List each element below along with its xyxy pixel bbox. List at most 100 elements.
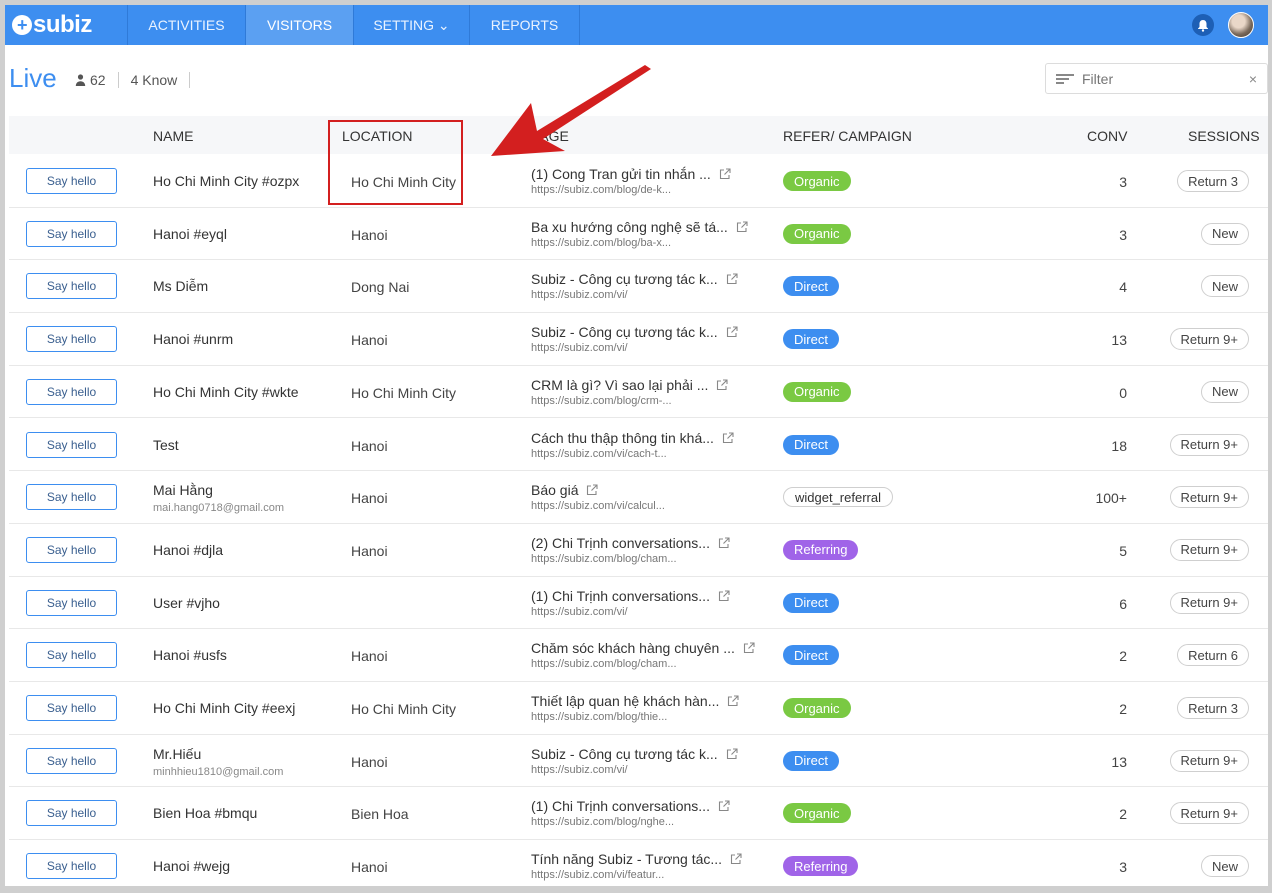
session-badge: Return 9+ [1169, 486, 1249, 509]
table-row[interactable]: Say hello Ho Chi Minh City #eexj Ho Chi Mi… [9, 682, 1268, 735]
visitor-name[interactable]: Hanoi #usfs [153, 647, 227, 663]
location-highlight-box [328, 120, 463, 205]
session-badge: New [1200, 380, 1249, 403]
external-link-icon[interactable] [718, 800, 730, 812]
visitor-location: Hanoi [351, 753, 388, 770]
nav-activities[interactable]: ACTIVITIES [128, 5, 246, 45]
say-hello-button[interactable]: Say hello [26, 220, 117, 247]
say-hello-button[interactable]: Say hello [26, 326, 117, 353]
filter-input[interactable] [1082, 70, 1249, 87]
external-link-icon[interactable] [726, 273, 738, 285]
table-row[interactable]: Say hello Hanoi #wejg Hanoi Tính năng Subiz… [9, 840, 1268, 886]
refer-badge: Direct [783, 329, 839, 350]
column-refer[interactable]: REFER/ CAMPAIGN [783, 128, 912, 144]
conversation-count: 18 [1111, 437, 1127, 454]
nav-visitors[interactable]: VISITORS [246, 5, 354, 45]
say-hello-button[interactable]: Say hello [26, 378, 117, 405]
say-hello-button[interactable]: Say hello [26, 431, 117, 458]
say-hello-button[interactable]: Say hello [26, 642, 117, 669]
visitor-name[interactable]: User #vjho [153, 595, 220, 611]
page-link[interactable]: (2) Chi Trịnh conversations... [531, 535, 730, 551]
nav-setting[interactable]: SETTING ⌄ [354, 5, 470, 45]
page-link[interactable]: Subiz - Công cụ tương tác k... [531, 271, 738, 287]
say-hello-button[interactable]: Say hello [26, 273, 117, 300]
bell-icon[interactable] [1192, 14, 1214, 36]
visitor-name[interactable]: Hanoi #djla [153, 542, 223, 558]
session-badge: Return 3 [1177, 697, 1249, 719]
table-row[interactable]: Say hello Mai Hằng mai.hang0718@gmail.com H… [9, 471, 1268, 524]
column-name[interactable]: NAME [153, 128, 193, 144]
conversation-count: 2 [1119, 701, 1127, 717]
table-row[interactable]: Say hello Test Hanoi Cách thu thập thông ti… [9, 419, 1268, 472]
page-link[interactable]: Báo giá [531, 482, 599, 498]
say-hello-button[interactable]: Say hello [26, 853, 117, 880]
visitor-name[interactable]: Hanoi #eyql [153, 226, 227, 242]
external-link-icon[interactable] [730, 853, 742, 865]
say-hello-button[interactable]: Say hello [26, 695, 117, 721]
external-link-icon[interactable] [727, 695, 739, 707]
external-link-icon[interactable] [719, 168, 731, 180]
visitor-name[interactable]: Hanoi #unrm [153, 331, 233, 347]
table-row[interactable]: Say hello Mr.Hiếu minhhieu1810@gmail.com Ha… [9, 735, 1268, 788]
column-conv[interactable]: CONV [1087, 128, 1127, 144]
conversation-count: 13 [1111, 753, 1127, 770]
user-avatar[interactable] [1228, 12, 1254, 38]
visitor-name[interactable]: Ho Chi Minh City #ozpx [153, 173, 299, 189]
page-link[interactable]: (1) Chi Trịnh conversations... [531, 798, 730, 814]
visitor-name[interactable]: Ho Chi Minh City #wkte [153, 384, 299, 400]
page-link[interactable]: Thiết lập quan hệ khách hàn... [531, 693, 739, 709]
say-hello-button[interactable]: Say hello [26, 747, 117, 774]
external-link-icon[interactable] [718, 537, 730, 549]
page-url: https://subiz.com/blog/ba-x... [531, 236, 672, 249]
visitor-name[interactable]: Test [153, 437, 179, 453]
external-link-icon[interactable] [743, 642, 755, 654]
page-url: https://subiz.com/vi/calcul... [531, 500, 665, 513]
page-link[interactable]: Subiz - Công cụ tương tác k... [531, 746, 738, 762]
visitor-name[interactable]: Mr.Hiếu [153, 746, 201, 762]
say-hello-button[interactable]: Say hello [26, 484, 117, 511]
page-title-text: Subiz - Công cụ tương tác k... [531, 745, 718, 762]
visitor-name[interactable]: Ms Diễm [153, 278, 208, 294]
visitor-name[interactable]: Hanoi #wejg [153, 858, 230, 874]
page-link[interactable]: Cách thu thập thông tin khá... [531, 430, 734, 446]
page-url: https://subiz.com/vi/ [531, 289, 628, 302]
column-sessions[interactable]: SESSIONS [1188, 128, 1260, 144]
page-link[interactable]: Tính năng Subiz - Tương tác... [531, 851, 742, 867]
subiz-logo[interactable]: + subiz [5, 5, 128, 45]
external-link-icon[interactable] [722, 431, 734, 444]
table-row[interactable]: Say hello Ms Diễm Dong Nai Subiz - Công cụ … [9, 260, 1268, 314]
external-link-icon[interactable] [586, 484, 599, 496]
nav-reports[interactable]: REPORTS [470, 5, 580, 45]
say-hello-button[interactable]: Say hello [26, 168, 117, 194]
table-row[interactable]: Say hello Hanoi #usfs Hanoi Chăm sóc khách … [9, 629, 1268, 682]
table-row[interactable]: Say hello Bien Hoa #bmqu Bien Hoa (1) Chi T… [9, 787, 1268, 841]
say-hello-button[interactable]: Say hello [26, 589, 117, 616]
page-title-text: Subiz - Công cụ tương tác k... [531, 271, 718, 288]
table-row[interactable]: Say hello Hanoi #eyql Hanoi Ba xu hướng côn… [9, 208, 1268, 261]
visitor-location: Bien Hoa [351, 806, 409, 823]
page-link[interactable]: CRM là gì? Vì sao lại phải ... [531, 377, 728, 393]
visitor-location: Hanoi [351, 226, 388, 243]
external-link-icon[interactable] [726, 326, 738, 338]
visitor-name[interactable]: Ho Chi Minh City #eexj [153, 700, 295, 716]
visitor-name[interactable]: Mai Hằng [153, 482, 213, 498]
page-link[interactable]: (1) Chi Trịnh conversations... [531, 588, 730, 604]
page-link[interactable]: Ba xu hướng công nghệ sẽ tá... [531, 219, 748, 235]
table-row[interactable]: Say hello User #vjho (1) Chi Trịnh convers… [9, 577, 1268, 630]
table-row[interactable]: Say hello Hanoi #djla Hanoi (2) Chi Trịnh c… [9, 524, 1268, 577]
external-link-icon[interactable] [736, 221, 748, 233]
external-link-icon[interactable] [716, 379, 728, 391]
table-row[interactable]: Say hello Ho Chi Minh City #wkte Ho Chi Mi… [9, 366, 1268, 419]
page-link[interactable]: Subiz - Công cụ tương tác k... [531, 324, 738, 340]
table-row[interactable]: Say hello Hanoi #unrm Hanoi Subiz - Công cụ… [9, 313, 1268, 366]
external-link-icon[interactable] [718, 590, 730, 602]
conversation-count: 2 [1119, 806, 1127, 823]
clear-filter-icon[interactable]: × [1249, 71, 1257, 87]
external-link-icon[interactable] [726, 748, 738, 760]
page-link[interactable]: Chăm sóc khách hàng chuyên ... [531, 640, 755, 656]
say-hello-button[interactable]: Say hello [26, 536, 117, 563]
session-badge: New [1200, 275, 1249, 298]
refer-badge: Organic [783, 698, 851, 718]
say-hello-button[interactable]: Say hello [26, 800, 117, 827]
visitor-name[interactable]: Bien Hoa #bmqu [153, 805, 257, 821]
